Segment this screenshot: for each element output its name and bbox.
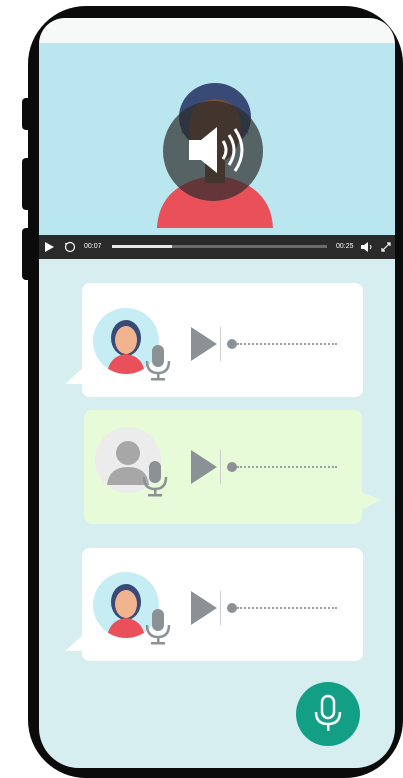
bubble-tail xyxy=(65,366,85,384)
video-player[interactable] xyxy=(39,43,395,235)
audio-scrubber[interactable] xyxy=(227,462,237,472)
bubble-tail xyxy=(361,492,381,510)
audio-waveform[interactable] xyxy=(237,607,337,609)
audio-scrubber[interactable] xyxy=(227,339,237,349)
fullscreen-icon[interactable] xyxy=(381,242,391,252)
volume-icon[interactable] xyxy=(361,242,373,252)
play-icon[interactable] xyxy=(45,242,54,252)
replay-10-icon[interactable] xyxy=(64,241,76,253)
status-bar xyxy=(39,18,395,44)
video-controls: 00:07 00:25 xyxy=(39,235,395,259)
chat-screen: 00:07 00:25 xyxy=(39,43,395,768)
microphone-icon xyxy=(142,461,168,497)
play-icon[interactable] xyxy=(191,591,217,625)
record-voice-button[interactable] xyxy=(296,682,360,746)
microphone-icon xyxy=(145,609,171,645)
seek-bar-progress xyxy=(112,245,173,248)
separator xyxy=(220,591,221,625)
duration: 00:25 xyxy=(336,243,354,250)
play-icon[interactable] xyxy=(191,327,217,361)
current-time: 00:07 xyxy=(84,243,102,250)
seek-bar[interactable] xyxy=(112,245,327,248)
play-icon[interactable] xyxy=(191,450,217,484)
microphone-icon xyxy=(314,694,342,731)
audio-scrubber[interactable] xyxy=(227,603,237,613)
microphone-icon xyxy=(145,345,171,381)
audio-waveform[interactable] xyxy=(237,466,337,468)
video-frame xyxy=(157,83,273,228)
separator xyxy=(220,450,221,484)
audio-waveform[interactable] xyxy=(237,343,337,345)
separator xyxy=(220,327,221,361)
bubble-tail xyxy=(65,633,85,651)
